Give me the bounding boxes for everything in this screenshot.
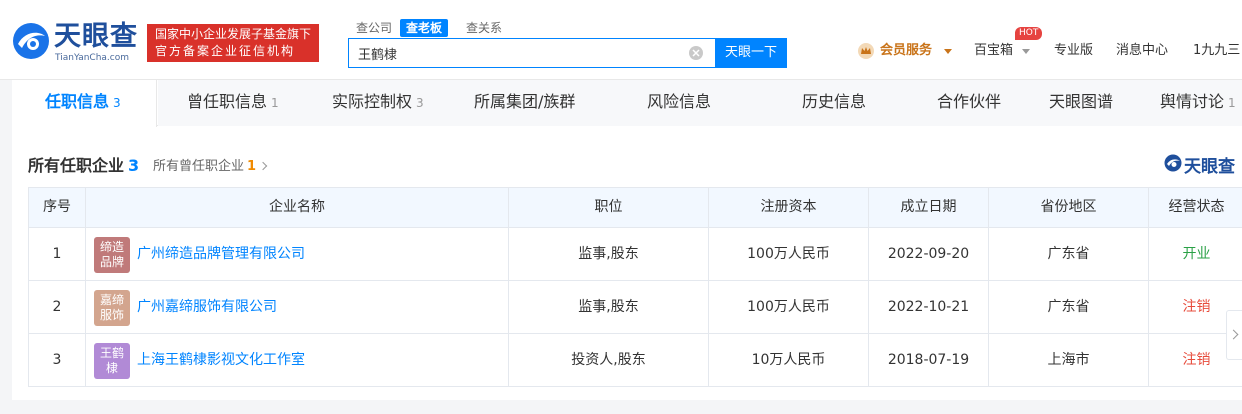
positions-table: 序号 企业名称 职位 注册资本 成立日期 省份地区 经营状态 1 缔造 品牌 广州… [28, 187, 1242, 387]
row-index: 1 [29, 228, 86, 280]
top-header: 天眼查 TianYanCha.com 国家中小企业发展子基金旗下 官方备案企业征… [0, 0, 1242, 80]
search-tab-relation[interactable]: 查关系 [460, 19, 508, 37]
search-tab-boss[interactable]: 查老板 [400, 19, 449, 37]
official-badge: 国家中小企业发展子基金旗下 官方备案企业征信机构 [147, 24, 319, 62]
tab-label: 任职信息 [45, 92, 110, 111]
tab-actual-control[interactable]: 实际控制权 3 [332, 80, 424, 126]
message-center-link[interactable]: 消息中心 [1116, 43, 1168, 59]
chevron-right-icon [258, 161, 268, 171]
row-region: 广东省 [989, 228, 1149, 280]
tab-count: 1 [271, 96, 279, 110]
logo-text: 天眼查 [54, 21, 138, 52]
chevron-down-icon [944, 49, 952, 54]
scroll-right-button[interactable] [1226, 310, 1242, 360]
tab-label: 所属集团/族群 [474, 92, 576, 111]
header-capital: 注册资本 [709, 188, 869, 227]
tab-history[interactable]: 历史信息 [802, 80, 866, 126]
table-row: 3 王鹤棣 上海王鹤棣影视文化工作室 投资人,股东 10万人民币 2018-07… [29, 334, 1242, 387]
row-date: 2018-07-19 [869, 334, 989, 386]
chevron-right-icon [1228, 329, 1239, 340]
watermark-text: 天眼查 [1184, 157, 1235, 177]
company-logo[interactable]: 王鹤棣 [94, 343, 130, 379]
tab-label: 合作伙伴 [937, 92, 1002, 111]
user-menu[interactable]: 1九九三 [1193, 43, 1240, 59]
row-date: 2022-09-20 [869, 228, 989, 280]
profile-tabs: 任职信息 3 曾任职信息 1 实际控制权 3 所属集团/族群 风险信息 历史信息 合作… [12, 80, 1242, 127]
badge-line-2: 官方备案企业征信机构 [155, 44, 296, 58]
tab-count: 3 [113, 96, 121, 110]
tab-label: 天眼图谱 [1049, 92, 1114, 111]
tab-public-opinion[interactable]: 舆情讨论 1 [1160, 80, 1236, 126]
tab-label: 风险信息 [647, 92, 712, 111]
baobox-menu[interactable]: 百宝箱 [974, 43, 1013, 59]
tab-label: 舆情讨论 [1160, 92, 1225, 111]
tab-label: 曾任职信息 [187, 92, 268, 111]
chevron-down-icon [1022, 49, 1030, 54]
crown-icon [858, 43, 874, 59]
table-row: 2 嘉缔 服饰 广州嘉缔服饰有限公司 监事,股东 100万人民币 2022-10-… [29, 281, 1242, 334]
row-capital: 100万人民币 [709, 228, 869, 280]
section-title-text: 所有任职企业 [28, 156, 125, 175]
logo-domain: TianYanCha.com [55, 53, 130, 63]
tab-count: 3 [416, 96, 424, 110]
past-link-label: 所有曾任职企业 [153, 159, 245, 174]
row-position: 投资人,股东 [509, 334, 709, 386]
logo-eye-icon [1164, 154, 1182, 172]
header-position: 职位 [509, 188, 709, 227]
vip-label: 会员服务 [880, 43, 933, 58]
company-logo[interactable]: 嘉缔 服饰 [94, 290, 130, 326]
header-region: 省份地区 [989, 188, 1149, 227]
clear-icon[interactable] [689, 46, 703, 60]
status-badge: 开业 [1149, 228, 1242, 280]
row-position: 监事,股东 [509, 281, 709, 333]
search-box [348, 38, 716, 68]
badge-line-1: 国家中小企业发展子基金旗下 [155, 27, 312, 41]
tab-group[interactable]: 所属集团/族群 [474, 80, 575, 126]
row-region: 上海市 [989, 334, 1149, 386]
past-link-count: 1 [247, 159, 257, 174]
row-index: 3 [29, 334, 86, 386]
row-company: 王鹤棣 上海王鹤棣影视文化工作室 [86, 334, 509, 386]
tab-positions[interactable]: 任职信息 3 [45, 80, 121, 126]
company-link[interactable]: 广州缔造品牌管理有限公司 [137, 228, 305, 280]
header-index: 序号 [29, 188, 86, 227]
header-status: 经营状态 [1149, 188, 1242, 227]
tab-count: 1 [1228, 96, 1236, 110]
search-input[interactable] [349, 39, 679, 67]
section-title: 所有任职企业 3 [28, 152, 139, 176]
header-date: 成立日期 [869, 188, 989, 227]
company-link[interactable]: 广州嘉缔服饰有限公司 [137, 281, 277, 333]
row-index: 2 [29, 281, 86, 333]
search-button[interactable]: 天眼一下 [715, 38, 787, 68]
tianyancha-logo[interactable]: 天眼查 TianYanCha.com [12, 22, 137, 64]
section-count: 3 [128, 156, 140, 175]
header-company: 企业名称 [86, 188, 509, 227]
search-tab-company[interactable]: 查公司 [350, 19, 398, 37]
row-company: 嘉缔 服饰 广州嘉缔服饰有限公司 [86, 281, 509, 333]
row-capital: 10万人民币 [709, 334, 869, 386]
row-date: 2022-10-21 [869, 281, 989, 333]
row-position: 监事,股东 [509, 228, 709, 280]
hot-badge: HOT [1015, 27, 1043, 40]
tab-graph[interactable]: 天眼图谱 [1049, 80, 1113, 126]
past-companies-link[interactable]: 所有曾任职企业 1 [153, 155, 268, 174]
logo-eye-icon [13, 23, 49, 59]
row-region: 广东省 [989, 281, 1149, 333]
tab-risk[interactable]: 风险信息 [647, 80, 711, 126]
company-link[interactable]: 上海王鹤棣影视文化工作室 [137, 334, 305, 386]
pro-version-link[interactable]: 专业版 [1054, 43, 1093, 59]
row-company: 缔造 品牌 广州缔造品牌管理有限公司 [86, 228, 509, 280]
main-card: 任职信息 3 曾任职信息 1 实际控制权 3 所属集团/族群 风险信息 历史信息 合作… [12, 80, 1242, 400]
table-row: 1 缔造 品牌 广州缔造品牌管理有限公司 监事,股东 100万人民币 2022-0… [29, 228, 1242, 281]
row-capital: 100万人民币 [709, 281, 869, 333]
table-header: 序号 企业名称 职位 注册资本 成立日期 省份地区 经营状态 [29, 188, 1242, 228]
tab-label: 实际控制权 [332, 92, 413, 111]
company-logo[interactable]: 缔造 品牌 [94, 237, 130, 273]
tab-label: 历史信息 [802, 92, 867, 111]
tab-partners[interactable]: 合作伙伴 [937, 80, 1001, 126]
tab-past-positions[interactable]: 曾任职信息 1 [187, 80, 279, 126]
